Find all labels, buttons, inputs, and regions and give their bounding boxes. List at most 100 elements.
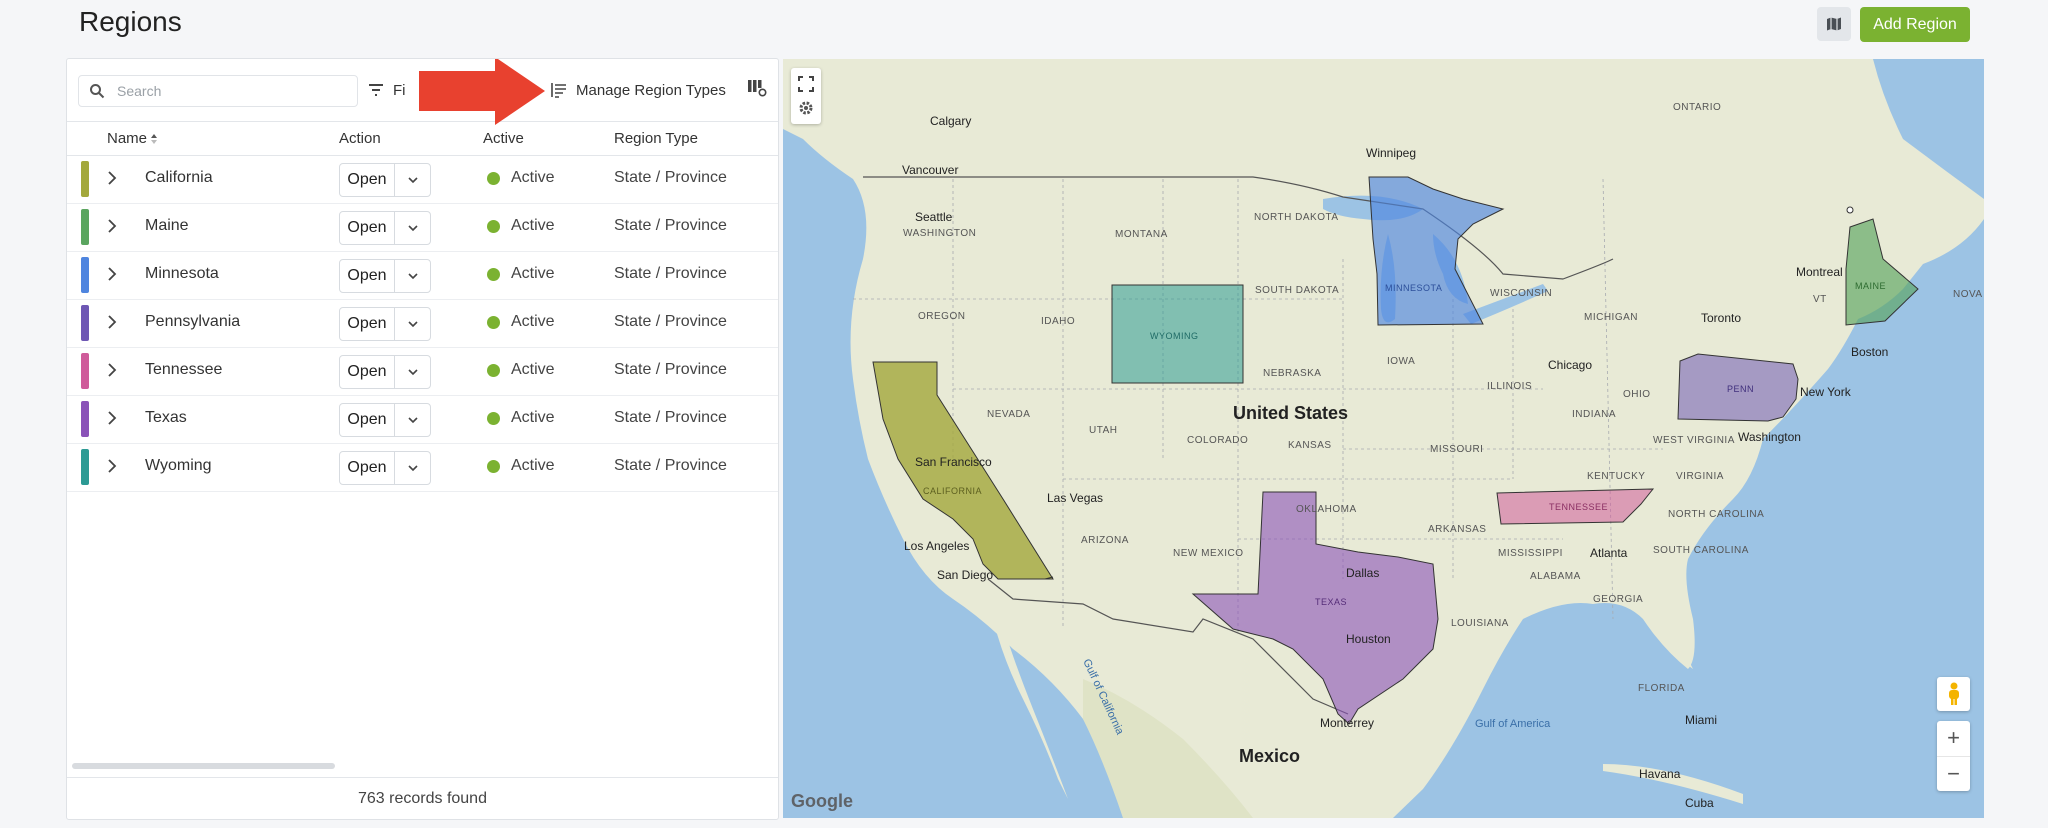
city-label: Los Angeles: [904, 539, 969, 553]
map-view-button[interactable]: [1817, 7, 1851, 41]
state-label: MONTANA: [1115, 229, 1168, 240]
active-status-dot: [487, 171, 500, 185]
chevron-right-icon[interactable]: [107, 410, 117, 426]
action-button-group: Open: [339, 259, 431, 293]
columns-settings-icon[interactable]: [747, 79, 767, 97]
state-label: NEVADA: [987, 409, 1030, 420]
zoom-in-button[interactable]: +: [1937, 721, 1970, 757]
search-input[interactable]: [115, 82, 339, 100]
action-dropdown-button[interactable]: [395, 212, 430, 244]
region-name[interactable]: Wyoming: [145, 457, 212, 475]
chevron-down-icon: [407, 273, 418, 280]
action-dropdown-button[interactable]: [395, 260, 430, 292]
column-name-header[interactable]: Name: [107, 130, 158, 147]
action-button-group: Open: [339, 355, 431, 389]
pegman-icon: [1948, 682, 1959, 705]
action-dropdown-button[interactable]: [395, 308, 430, 340]
chevron-right-icon[interactable]: [107, 314, 117, 330]
chevron-right-icon[interactable]: [107, 218, 117, 234]
action-dropdown-button[interactable]: [395, 164, 430, 196]
table-row[interactable]: Maine Open Active State / Province: [67, 203, 778, 252]
table-row[interactable]: Pennsylvania Open Active State / Province: [67, 299, 778, 348]
manage-region-types-button[interactable]: Manage Region Types: [550, 75, 726, 105]
status-cell: Active: [487, 265, 555, 283]
city-label: New York: [1800, 385, 1852, 399]
state-label: VT: [1813, 294, 1827, 305]
open-button[interactable]: Open: [340, 404, 395, 436]
open-button[interactable]: Open: [340, 164, 395, 196]
state-label: GEORGIA: [1593, 594, 1643, 605]
chevron-right-icon[interactable]: [107, 170, 117, 186]
open-button[interactable]: Open: [340, 212, 395, 244]
region-type: State / Province: [614, 457, 727, 474]
city-label: Monterrey: [1320, 716, 1374, 730]
region-label: WYOMING: [1150, 331, 1199, 341]
table-row[interactable]: Texas Open Active State / Province: [67, 395, 778, 444]
status-cell: Active: [487, 409, 555, 427]
region-color-swatch: [81, 161, 89, 197]
active-status-dot: [487, 459, 500, 473]
action-dropdown-button[interactable]: [395, 356, 430, 388]
action-button-group: Open: [339, 163, 431, 197]
open-button[interactable]: Open: [340, 452, 395, 484]
action-button-group: Open: [339, 307, 431, 341]
city-label: San Francisco: [915, 455, 992, 469]
action-button-group: Open: [339, 403, 431, 437]
region-name[interactable]: Tennessee: [145, 361, 222, 379]
table-row[interactable]: Tennessee Open Active State / Province: [67, 347, 778, 396]
street-view-pegman[interactable]: [1937, 677, 1970, 711]
city-label: Miami: [1685, 713, 1717, 727]
region-color-swatch: [81, 449, 89, 485]
filter-icon: [369, 84, 383, 96]
chevron-right-icon[interactable]: [107, 362, 117, 378]
status-label: Active: [511, 361, 555, 378]
add-region-button[interactable]: Add Region: [1860, 7, 1970, 42]
city-label: Atlanta: [1590, 546, 1628, 560]
state-label: MISSOURI: [1430, 444, 1483, 455]
table-row[interactable]: Wyoming Open Active State / Province: [67, 443, 778, 492]
action-dropdown-button[interactable]: [395, 452, 430, 484]
region-label: TENNESSEE: [1549, 502, 1608, 512]
state-label: VIRGINIA: [1676, 471, 1724, 482]
water-label: Gulf of America: [1475, 718, 1551, 730]
region-name[interactable]: California: [145, 169, 213, 187]
horizontal-scrollbar[interactable]: [72, 763, 335, 769]
open-button[interactable]: Open: [340, 356, 395, 388]
state-label: IOWA: [1387, 356, 1415, 367]
column-active-header[interactable]: Active: [483, 130, 524, 147]
active-status-dot: [487, 315, 500, 329]
region-name[interactable]: Texas: [145, 409, 187, 427]
fullscreen-icon[interactable]: [797, 75, 815, 93]
state-label: MISSISSIPPI: [1498, 548, 1563, 559]
table-row[interactable]: California Open Active State / Province: [67, 155, 778, 204]
table-row[interactable]: Minnesota Open Active State / Province: [67, 251, 778, 300]
search-box[interactable]: [78, 75, 358, 107]
city-label: Boston: [1851, 345, 1888, 359]
region-name[interactable]: Pennsylvania: [145, 313, 240, 331]
column-action-header[interactable]: Action: [339, 130, 381, 147]
map-view[interactable]: WASHINGTON MONTANA NORTH DAKOTA SOUTH DA…: [783, 59, 1984, 818]
status-label: Active: [511, 313, 555, 330]
zoom-out-button[interactable]: −: [1937, 757, 1970, 792]
state-label: OREGON: [918, 311, 965, 322]
state-label: NEBRASKA: [1263, 368, 1321, 379]
action-dropdown-button[interactable]: [395, 404, 430, 436]
gear-icon[interactable]: [797, 99, 815, 117]
status-cell: Active: [487, 217, 555, 235]
column-region-type-header[interactable]: Region Type: [614, 130, 698, 147]
chevron-right-icon[interactable]: [107, 458, 117, 474]
filter-button[interactable]: Fi: [367, 75, 406, 105]
region-label: CALIFORNIA: [923, 486, 982, 496]
action-button-group: Open: [339, 211, 431, 245]
list-toolbar: Fi Manage Region Types: [67, 59, 778, 125]
state-label: WEST VIRGINIA: [1653, 435, 1735, 446]
table-header: Name Action Active Region Type: [67, 122, 778, 156]
region-name[interactable]: Maine: [145, 217, 189, 235]
city-label: San Diego: [937, 568, 993, 582]
region-name[interactable]: Minnesota: [145, 265, 219, 283]
open-button[interactable]: Open: [340, 308, 395, 340]
state-label: WISCONSIN: [1490, 288, 1552, 299]
chevron-right-icon[interactable]: [107, 266, 117, 282]
open-button[interactable]: Open: [340, 260, 395, 292]
state-label: NORTH CAROLINA: [1668, 509, 1764, 520]
